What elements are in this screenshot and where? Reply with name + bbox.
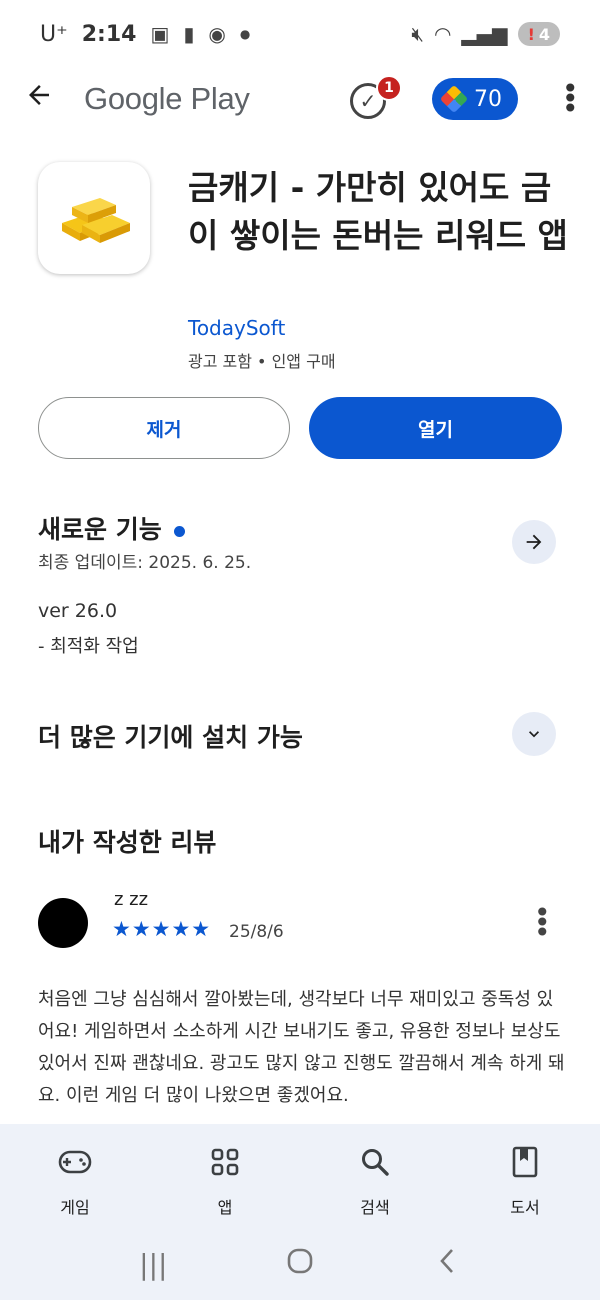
my-apps-button[interactable]: ✓ 1 [350, 75, 402, 119]
nav-item-games[interactable]: 게임 [0, 1124, 150, 1228]
play-points-value: 70 [474, 86, 502, 112]
book-icon [505, 1142, 545, 1182]
nav-label-games: 게임 [60, 1198, 90, 1217]
release-notes: - 최적화 작업 [38, 636, 139, 657]
avatar [38, 898, 88, 948]
battery-alert-icon: ▮ [183, 22, 195, 46]
nav-label-search: 검색 [360, 1198, 390, 1217]
more-notifications-dot-icon: ● [239, 27, 251, 41]
apps-grid-icon [205, 1142, 245, 1182]
nav-item-books[interactable]: 도서 [450, 1124, 600, 1228]
play-points-button[interactable]: 70 [432, 78, 518, 120]
review-date: 25/8/6 [229, 922, 284, 942]
home-icon[interactable] [270, 1247, 330, 1282]
new-indicator-dot [173, 525, 185, 537]
developer-link[interactable]: TodaySoft [188, 316, 285, 340]
back-icon[interactable] [417, 1247, 477, 1282]
version-text: ver 26.0 [38, 600, 118, 622]
gold-bars-icon [62, 198, 130, 243]
more-devices-expand-button[interactable] [512, 712, 556, 756]
app-title: 금캐기 - 가만히 있어도 금이 쌓이는 돈버는 리워드 앱 [188, 168, 568, 255]
back-arrow-icon[interactable] [24, 80, 68, 118]
nav-item-apps[interactable]: 앱 [150, 1124, 300, 1228]
arrow-right-icon [526, 534, 542, 550]
last-updated: 최종 업데이트: 2025. 6. 25. [38, 553, 252, 573]
whats-new-heading: 새로운 기능 [38, 510, 185, 546]
signal-icon: ▂▄▆ [461, 22, 508, 46]
app-meta: 광고 포함 • 인앱 구매 [188, 352, 336, 371]
app-icon [38, 162, 150, 274]
nav-label-books: 도서 [510, 1198, 540, 1217]
battery-warning-icon: ! [527, 24, 535, 44]
status-time: 2:14 [81, 21, 137, 47]
whats-new-title: 새로운 기능 [38, 515, 162, 544]
bottom-navigation: 게임 앱 검색 도서 [0, 1124, 600, 1228]
nav-label-apps: 앱 [217, 1198, 233, 1217]
app-bar: Google Play ✓ 1 70 • • • [0, 68, 600, 130]
uninstall-button[interactable]: 제거 [38, 397, 290, 459]
battery-indicator: ! 4 [517, 22, 560, 46]
play-points-icon [439, 84, 469, 114]
whats-new-arrow-button[interactable] [512, 520, 556, 564]
wifi-icon: ◠ [433, 22, 452, 46]
status-bar: U⁺ 2:14 ▣ ▮ ◉ ● 🔇︎ ◠ ▂▄▆ ! 4 [0, 0, 600, 68]
open-button[interactable]: 열기 [309, 397, 562, 459]
discord-icon: ◉ [208, 22, 226, 46]
carrier-label: U⁺ [40, 21, 68, 47]
review-text: 처음엔 그냥 심심해서 깔아봤는데, 생각보다 너무 재미있고 중독성 있어요!… [38, 989, 565, 1106]
system-navigation-bar: ||| [0, 1228, 600, 1300]
chevron-down-icon [529, 731, 539, 738]
notification-badge: 1 [376, 75, 402, 101]
search-icon [355, 1142, 395, 1182]
more-options-icon[interactable]: • • • [562, 75, 579, 123]
review-more-options-icon[interactable]: • • • [534, 899, 551, 947]
my-review-title: 내가 작성한 리뷰 [38, 828, 217, 857]
reviewer-name: z zz [114, 889, 149, 910]
battery-level: 4 [538, 24, 550, 44]
star-rating: ★★★★★ [112, 917, 212, 941]
gamepad-icon [55, 1142, 95, 1182]
more-devices-title: 더 많은 기기에 설치 가능 [38, 723, 303, 752]
mute-icon: 🔇︎ [411, 22, 424, 46]
nav-item-search[interactable]: 검색 [300, 1124, 450, 1228]
recent-apps-icon[interactable]: ||| [123, 1248, 183, 1281]
screenshot-icon: ▣ [150, 22, 170, 46]
google-play-logo: Google Play [84, 81, 250, 116]
